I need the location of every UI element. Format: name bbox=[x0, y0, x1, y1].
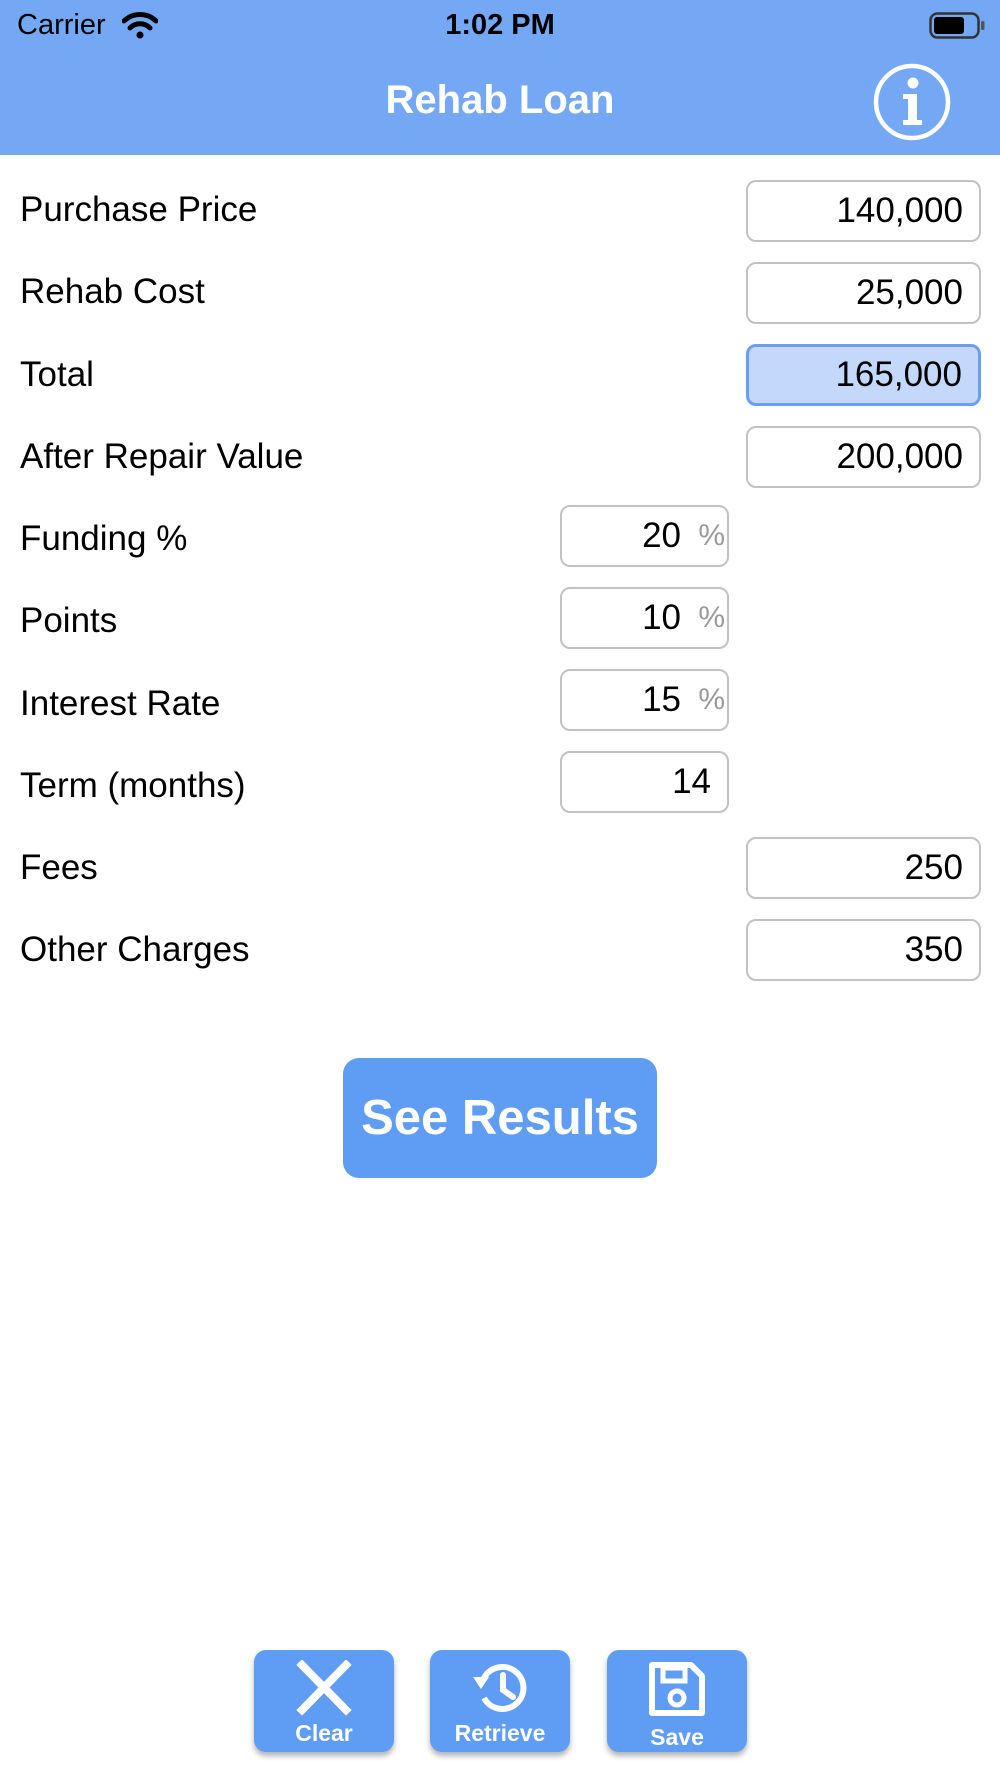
other-charges-label: Other Charges bbox=[20, 930, 250, 969]
total-field[interactable]: 165,000 bbox=[746, 344, 981, 406]
interest-rate-field[interactable]: 15% bbox=[560, 669, 729, 731]
other-charges-value: 350 bbox=[904, 930, 963, 969]
percent-unit: % bbox=[698, 683, 725, 716]
history-icon bbox=[473, 1664, 527, 1712]
purchase-price-field[interactable]: 140,000 bbox=[746, 180, 981, 242]
other-charges-field[interactable]: 350 bbox=[746, 919, 981, 981]
funding-pct-label: Funding % bbox=[20, 519, 188, 558]
funding-pct-field[interactable]: 20% bbox=[560, 505, 729, 567]
percent-unit: % bbox=[698, 601, 725, 634]
total-value: 165,000 bbox=[835, 355, 962, 394]
percent-unit: % bbox=[698, 519, 725, 552]
save-button[interactable]: Save bbox=[607, 1650, 747, 1752]
term-months-field[interactable]: 14 bbox=[560, 751, 729, 813]
save-label: Save bbox=[650, 1724, 704, 1750]
rehab-cost-label: Rehab Cost bbox=[20, 272, 205, 311]
nav-bar: Carrier 1:02 PM Rehab Loan bbox=[0, 0, 1000, 155]
battery-icon bbox=[929, 12, 985, 39]
clear-button[interactable]: Clear bbox=[254, 1650, 394, 1752]
points-value: 10 bbox=[642, 598, 681, 637]
info-circle-icon[interactable] bbox=[872, 62, 952, 142]
term-months-value: 14 bbox=[672, 762, 711, 801]
page-title: Rehab Loan bbox=[385, 78, 615, 122]
rehab-cost-value: 25,000 bbox=[855, 273, 963, 312]
after-repair-value-field[interactable]: 200,000 bbox=[746, 426, 981, 488]
funding-pct-value: 20 bbox=[642, 516, 681, 555]
status-time: 1:02 PM bbox=[445, 9, 555, 41]
fees-field[interactable]: 250 bbox=[746, 837, 981, 899]
points-label: Points bbox=[20, 601, 118, 640]
fees-label: Fees bbox=[20, 848, 98, 887]
interest-rate-value: 15 bbox=[642, 680, 681, 719]
floppy-disk-icon bbox=[649, 1662, 705, 1716]
after-repair-value-value: 200,000 bbox=[836, 437, 963, 476]
fees-value: 250 bbox=[904, 848, 963, 887]
close-icon bbox=[296, 1660, 352, 1716]
rehab-cost-field[interactable]: 25,000 bbox=[746, 262, 981, 324]
see-results-button[interactable]: See Results bbox=[343, 1058, 657, 1178]
total-label: Total bbox=[20, 355, 94, 394]
clear-label: Clear bbox=[295, 1720, 353, 1746]
after-repair-value-label: After Repair Value bbox=[20, 437, 304, 476]
interest-rate-label: Interest Rate bbox=[20, 684, 221, 723]
retrieve-label: Retrieve bbox=[454, 1720, 546, 1746]
purchase-price-label: Purchase Price bbox=[20, 190, 258, 229]
term-months-label: Term (months) bbox=[20, 766, 246, 805]
purchase-price-value: 140,000 bbox=[836, 191, 963, 230]
points-field[interactable]: 10% bbox=[560, 587, 729, 649]
retrieve-button[interactable]: Retrieve bbox=[430, 1650, 570, 1752]
